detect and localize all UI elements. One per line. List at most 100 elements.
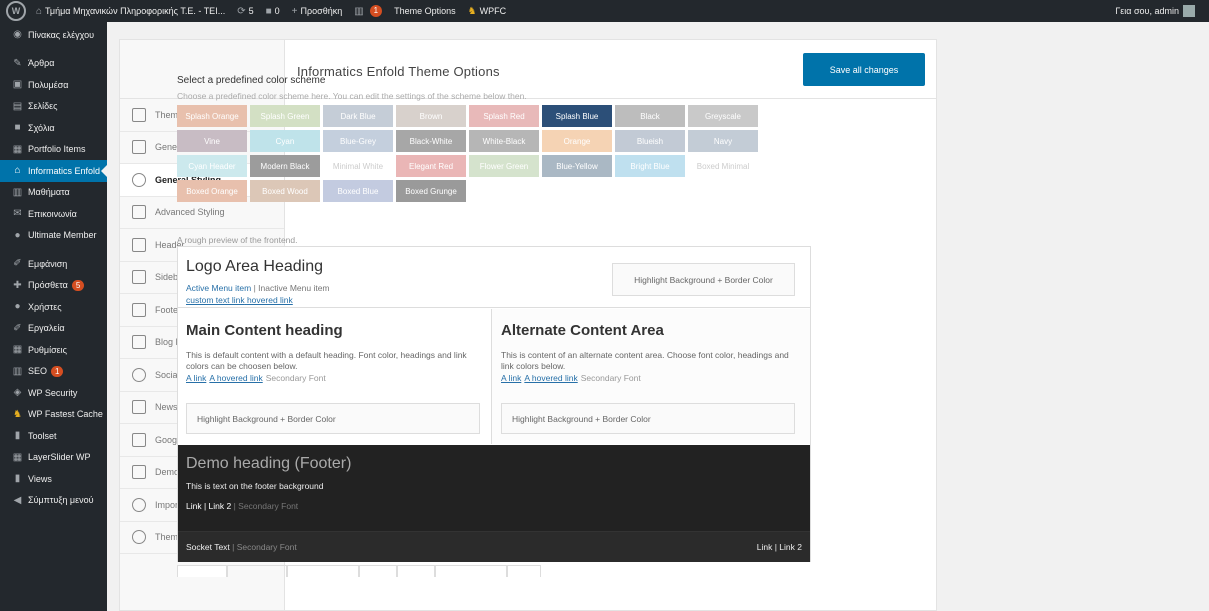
bottom-tab[interactable] <box>227 565 287 577</box>
preview-footer-links: Link | Link 2 | Secondary Font <box>186 501 299 511</box>
color-scheme-swatch[interactable]: Boxed Blue <box>323 180 393 202</box>
palette-icon <box>132 172 146 187</box>
color-scheme-swatch[interactable]: Navy <box>688 130 758 152</box>
admin-menu-item[interactable]: ♞ WP Fastest Cache <box>0 404 107 426</box>
bottom-tab[interactable] <box>177 565 227 577</box>
color-scheme-swatch[interactable]: Modern Black <box>250 155 320 177</box>
admin-menu-item[interactable]: ▥ SEO 1 <box>0 361 107 383</box>
preview-inactive-menu[interactable]: Inactive Menu item <box>258 283 329 293</box>
preview-active-menu[interactable]: Active Menu item <box>186 283 251 293</box>
shield-icon: ◈ <box>13 387 22 399</box>
bottom-tab[interactable] <box>435 565 507 577</box>
admin-menu-item[interactable]: ■ Σχόλια <box>0 117 107 139</box>
new-content-link[interactable]: + Προσθήκη <box>286 0 349 22</box>
preview-label: A rough preview of the frontend. <box>177 235 298 245</box>
preview-socket: Socket Text | Secondary Font Link | Link… <box>178 531 810 562</box>
bottom-tab-strip <box>177 565 541 577</box>
account-menu[interactable]: Γεια σου, admin <box>1115 5 1209 17</box>
save-all-changes-button[interactable]: Save all changes <box>803 53 925 86</box>
comment-icon: ■ <box>265 5 272 17</box>
portfolio-icon: ▦ <box>12 143 23 155</box>
preview-main-text: This is default content with a default h… <box>186 350 467 371</box>
color-scheme-swatch[interactable]: Cyan Header <box>177 155 247 177</box>
color-scheme-swatch[interactable]: Dark Blue <box>323 105 393 127</box>
color-scheme-description: Choose a predefined color scheme here. Y… <box>177 91 527 101</box>
admin-menu-item[interactable]: ▦ LayerSlider WP <box>0 447 107 469</box>
admin-menu-item[interactable]: ✎ Άρθρα <box>0 53 107 75</box>
admin-menu-item[interactable]: ✐ Εμφάνιση <box>0 253 107 275</box>
wpfc-link[interactable]: ♞ WPFC <box>462 0 512 22</box>
color-scheme-swatch[interactable]: Boxed Grunge <box>396 180 466 202</box>
color-scheme-grid: Splash Orange Splash Green Dark Blue Brown S… <box>177 105 807 202</box>
color-scheme-swatch[interactable]: Blue-Grey <box>323 130 393 152</box>
comment-icon: ■ <box>14 122 21 134</box>
admin-menu-item[interactable]: ◀ Σύμπτυξη μενού <box>0 490 107 512</box>
color-scheme-swatch[interactable]: Cyan <box>250 130 320 152</box>
color-scheme-swatch[interactable]: Vine <box>177 130 247 152</box>
color-scheme-swatch[interactable]: Bright Blue <box>615 155 685 177</box>
book-icon: ▥ <box>12 186 23 198</box>
header-icon <box>132 237 146 252</box>
color-scheme-swatch[interactable]: Splash Blue <box>542 105 612 127</box>
social-icon <box>132 367 146 382</box>
admin-menu-item[interactable]: ✉ Επικοινωνία <box>0 203 107 225</box>
color-scheme-swatch[interactable]: Boxed Orange <box>177 180 247 202</box>
wordpress-logo-icon[interactable]: W <box>6 1 26 21</box>
preview-hovered-link[interactable]: hovered link <box>247 295 293 305</box>
updates-link[interactable]: ⟳ 5 <box>231 0 259 22</box>
admin-menu-item[interactable]: ⌂ Informatics Enfold <box>0 160 107 182</box>
color-scheme-swatch[interactable]: Black <box>615 105 685 127</box>
color-scheme-swatch[interactable]: Elegant Red <box>396 155 466 177</box>
preview-menu: Active Menu item | Inactive Menu item <box>186 283 330 293</box>
admin-menu-item[interactable]: ● Ultimate Member <box>0 225 107 247</box>
tools-icon <box>132 107 146 122</box>
color-scheme-swatch[interactable]: Black-White <box>396 130 466 152</box>
preview-socket-links[interactable]: Link | Link 2 <box>757 542 802 552</box>
admin-menu-item[interactable]: ▥ Μαθήματα <box>0 182 107 204</box>
admin-menu-item[interactable]: ▮ Views <box>0 468 107 490</box>
color-scheme-swatch[interactable]: Boxed Minimal <box>688 155 758 177</box>
color-scheme-swatch[interactable]: Blue-Yellow <box>542 155 612 177</box>
color-scheme-swatch[interactable]: Flower Green <box>469 155 539 177</box>
color-scheme-swatch[interactable]: Blueish <box>615 130 685 152</box>
admin-menu: ◉ Πίνακας ελέγχου ✎ Άρθρα ▣ Πολυμέσα ▤ Σελίδες ■… <box>0 22 107 611</box>
color-scheme-swatch[interactable]: Splash Green <box>250 105 320 127</box>
admin-menu-item[interactable]: ● Χρήστες <box>0 296 107 318</box>
admin-menu-item[interactable]: ◈ WP Security <box>0 382 107 404</box>
site-name-link[interactable]: ⌂ Τμήμα Μηχανικών Πληροφορικής Τ.Ε. - ΤΕΙ… <box>30 0 231 22</box>
admin-menu-item[interactable]: ✐ Εργαλεία <box>0 318 107 340</box>
count-badge: 5 <box>71 279 85 291</box>
color-scheme-swatch[interactable]: Boxed Wood <box>250 180 320 202</box>
color-scheme-swatch[interactable]: Splash Orange <box>177 105 247 127</box>
preview-custom-link[interactable]: custom text link <box>186 295 245 305</box>
color-scheme-swatch[interactable]: Greyscale <box>688 105 758 127</box>
preview-footer-heading: Demo heading (Footer) <box>186 455 352 472</box>
color-scheme-swatch[interactable]: Orange <box>542 130 612 152</box>
admin-menu-item[interactable]: ▣ Πολυμέσα <box>0 74 107 96</box>
bottom-tab[interactable] <box>359 565 397 577</box>
bottom-tab[interactable] <box>397 565 435 577</box>
color-scheme-swatch[interactable]: Brown <box>396 105 466 127</box>
color-scheme-swatch[interactable]: White-Black <box>469 130 539 152</box>
preview-alternate-content: Alternate Content Area This is content o… <box>491 309 810 444</box>
admin-menu-item[interactable]: ▤ Σελίδες <box>0 96 107 118</box>
color-scheme-swatch[interactable]: Splash Red <box>469 105 539 127</box>
admin-menu-item[interactable]: ◉ Πίνακας ελέγχου <box>0 24 107 46</box>
preview-main-content: Main Content heading This is default con… <box>178 309 491 444</box>
bottom-tab[interactable] <box>287 565 359 577</box>
cheetah-icon: ♞ <box>467 5 477 17</box>
bottom-tab[interactable] <box>507 565 541 577</box>
admin-menu-item[interactable]: ▮ Toolset <box>0 425 107 447</box>
preview-alt-links: A link A hovered link Secondary Font <box>501 373 641 383</box>
color-scheme-swatch[interactable]: Minimal White <box>323 155 393 177</box>
views-icon: ▮ <box>14 473 21 485</box>
theme-options-link[interactable]: Theme Options <box>388 0 462 22</box>
seo-menu[interactable]: ▥ 1 <box>348 0 388 22</box>
admin-menu-item[interactable]: ▦ Ρυθμίσεις <box>0 339 107 361</box>
comments-link[interactable]: ■ 0 <box>260 0 286 22</box>
admin-menu-item[interactable]: ▦ Portfolio Items <box>0 139 107 161</box>
pin-icon: ✎ <box>13 57 22 69</box>
preview-alt-text: This is content of an alternate content … <box>501 350 789 371</box>
collapse-icon: ◀ <box>13 494 22 506</box>
admin-menu-item[interactable]: ✚ Πρόσθετα 5 <box>0 275 107 297</box>
